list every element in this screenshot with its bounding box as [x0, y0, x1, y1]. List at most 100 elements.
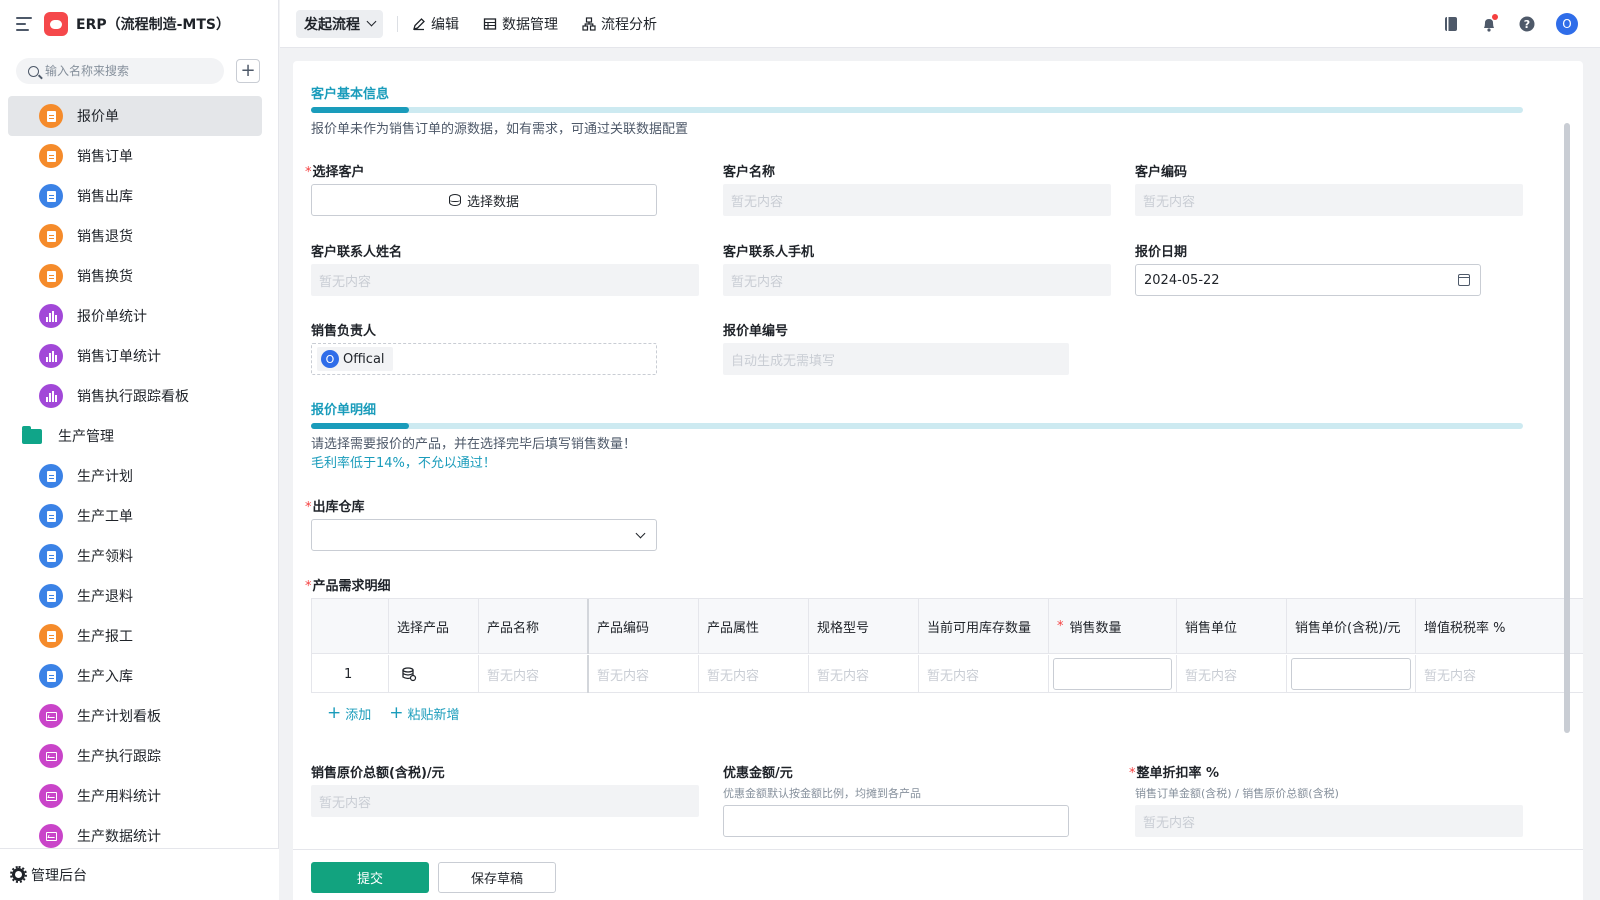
user-chip[interactable]: O Offical — [317, 347, 393, 371]
app-logo — [44, 12, 68, 36]
document-icon — [39, 104, 63, 128]
header-stock: 当前可用库存数量 — [919, 599, 1049, 654]
sidebar-item[interactable]: 生产执行跟踪 — [8, 736, 262, 776]
sidebar-item[interactable]: 生产计划看板 — [8, 696, 262, 736]
sales-qty-input[interactable] — [1053, 658, 1172, 690]
add-button[interactable]: + — [236, 59, 260, 83]
divider — [397, 15, 398, 32]
sidebar-item[interactable]: 销售出库 — [8, 176, 262, 216]
select-data-label: 选择数据 — [466, 194, 519, 210]
header-product-attr: 产品属性 — [699, 599, 809, 654]
document-icon — [39, 264, 63, 288]
product-attr-cell: 暂无内容 — [699, 655, 809, 693]
sidebar-item[interactable]: 生产报工 — [8, 616, 262, 656]
sidebar-item[interactable]: 销售退货 — [8, 216, 262, 256]
sidebar-item[interactable]: 生产退料 — [8, 576, 262, 616]
bell-icon[interactable] — [1480, 14, 1498, 33]
sidebar-item-label: 生产用料统计 — [77, 789, 161, 805]
header-select-product: 选择产品 — [389, 599, 479, 654]
document-icon — [39, 544, 63, 568]
chevron-down-icon — [635, 528, 646, 539]
table-icon — [483, 17, 497, 30]
svg-text:?: ? — [1524, 18, 1530, 31]
warehouse-select[interactable] — [311, 519, 657, 551]
bar-chart-icon — [39, 344, 63, 368]
plus-icon: + — [327, 703, 342, 723]
quote-date-value: 2024-05-22 — [1144, 272, 1220, 288]
document-icon — [39, 224, 63, 248]
edit-label: 编辑 — [431, 16, 459, 33]
sales-owner-field[interactable]: O Offical — [311, 343, 657, 375]
select-data-button[interactable]: 选择数据 — [311, 184, 657, 216]
save-draft-button[interactable]: 保存草稿 — [438, 862, 556, 893]
sidebar-item[interactable]: 销售执行跟踪看板 — [8, 376, 262, 416]
launch-process-button[interactable]: 发起流程 — [296, 9, 383, 38]
sidebar-item[interactable]: 销售订单统计 — [8, 336, 262, 376]
discount-input[interactable] — [723, 805, 1069, 837]
plus-icon: + — [240, 60, 256, 81]
sidebar-item-label: 销售换货 — [77, 269, 133, 285]
sidebar-item-label: 生产计划看板 — [77, 709, 161, 725]
app-header: ERP（流程制造-MTS） — [0, 0, 279, 48]
edit-icon — [413, 17, 425, 30]
contact-phone-value: 暂无内容 — [723, 264, 1111, 296]
paste-add-label: 粘贴新增 — [407, 708, 460, 723]
admin-label: 管理后台 — [31, 867, 87, 884]
search-box[interactable] — [16, 58, 224, 84]
product-table: 选择产品 产品名称 产品编码 产品属性 规格型号 当前可用库存数量 * 销售数量 … — [311, 598, 1583, 693]
menu-icon[interactable] — [16, 17, 32, 31]
sidebar-item[interactable]: 生产入库 — [8, 656, 262, 696]
sidebar-item-label: 生产计划 — [77, 469, 133, 485]
sidebar-item[interactable]: 销售订单 — [8, 136, 262, 176]
header-spec: 规格型号 — [809, 599, 919, 654]
margin-warning: 毛利率低于14%，不允以通过！ — [311, 456, 496, 471]
dashboard-icon — [39, 744, 63, 768]
sidebar-item[interactable]: 报价单 — [8, 96, 262, 136]
search-input[interactable] — [45, 64, 215, 78]
book-icon[interactable] — [1442, 15, 1460, 33]
label-warehouse: *出库仓库 — [305, 500, 365, 515]
help-icon[interactable]: ? — [1518, 15, 1536, 33]
document-icon — [39, 624, 63, 648]
discount-rate-hint: 销售订单金额(含税) / 销售原价总额(含税) — [1135, 787, 1339, 800]
data-management-button[interactable]: 数据管理 — [483, 14, 558, 34]
user-avatar[interactable]: O — [1556, 13, 1578, 35]
calendar-icon[interactable] — [1458, 274, 1470, 286]
scrollbar[interactable] — [1564, 123, 1570, 733]
data-management-label: 数据管理 — [502, 16, 558, 33]
sidebar-item[interactable]: 生产工单 — [8, 496, 262, 536]
quote-date-input[interactable]: 2024-05-22 — [1135, 264, 1481, 296]
sidebar-item[interactable]: 生产计划 — [8, 456, 262, 496]
label-sales-owner: 销售负责人 — [311, 324, 377, 339]
sidebar-item[interactable]: 销售换货 — [8, 256, 262, 296]
product-code-cell: 暂无内容 — [589, 655, 699, 693]
sidebar-item-label: 报价单 — [77, 109, 119, 125]
label-product-details: *产品需求明细 — [305, 579, 391, 594]
select-product-cell[interactable] — [389, 655, 479, 693]
gear-icon — [10, 866, 27, 883]
label-quote-no: 报价单编号 — [723, 324, 789, 339]
dashboard-icon — [39, 704, 63, 728]
unit-price-input[interactable] — [1291, 658, 1411, 690]
process-analysis-button[interactable]: 流程分析 — [582, 14, 657, 34]
edit-button[interactable]: 编辑 — [412, 14, 459, 34]
sidebar-item[interactable]: 生产用料统计 — [8, 776, 262, 816]
document-icon — [39, 464, 63, 488]
paste-add-button[interactable]: + 粘贴新增 — [389, 704, 460, 724]
table-row-ops: + 添加 + 粘贴新增 — [327, 703, 460, 724]
tax-rate-cell: 暂无内容 — [1424, 668, 1477, 684]
discount-hint: 优惠金额默认按金额比例，均摊到各产品 — [723, 787, 921, 800]
database-icon[interactable] — [401, 666, 417, 682]
header-unit-price: 销售单价(含税)/元 — [1287, 599, 1416, 654]
flow-icon — [582, 16, 596, 31]
user-chip-avatar: O — [321, 350, 339, 368]
add-row-button[interactable]: + 添加 — [327, 703, 371, 724]
admin-link[interactable]: 管理后台 — [0, 848, 279, 900]
sales-qty-cell — [1049, 655, 1177, 693]
document-icon — [39, 584, 63, 608]
sidebar-item[interactable]: 生产管理 — [8, 416, 262, 456]
submit-button[interactable]: 提交 — [311, 862, 429, 893]
sidebar-item[interactable]: 报价单统计 — [8, 296, 262, 336]
sidebar-item[interactable]: 生产领料 — [8, 536, 262, 576]
header-tax-rate: 增值税税率 % — [1424, 621, 1506, 636]
